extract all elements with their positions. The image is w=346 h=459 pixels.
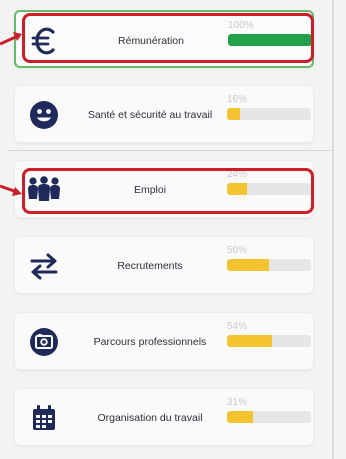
calendar-icon (27, 401, 61, 435)
topic-label: Parcours professionnels (93, 336, 207, 348)
progress-bar (227, 108, 311, 120)
annotation-arrow-icon (0, 184, 22, 196)
percent-text: 50% (227, 245, 248, 256)
progress-fill (227, 335, 273, 347)
progress-fill (227, 108, 241, 120)
topics-panel: Rémunération 100% Santé et sécurité au t… (0, 0, 346, 459)
progress-fill (227, 259, 269, 271)
topic-card-recrutements[interactable]: Recrutements 50% (14, 236, 314, 294)
arrows-exchange-icon (27, 249, 61, 283)
topic-card-organisation[interactable]: Organisation du travail 31% (14, 388, 314, 446)
percent-text: 54% (227, 321, 248, 332)
topic-label: Organisation du travail (97, 412, 203, 424)
divider (8, 150, 334, 151)
annotation-arrow-icon (0, 32, 22, 46)
progress-bar (227, 259, 311, 271)
highlight-box-emploi (22, 168, 314, 214)
percent-text: 31% (227, 397, 248, 408)
scrollbar[interactable] (332, 0, 334, 459)
topic-card-parcours[interactable]: Parcours professionnels 54% (14, 312, 314, 370)
progress-bar (227, 411, 311, 423)
percent-text: 16% (227, 94, 248, 105)
topic-label: Santé et sécurité au travail (87, 109, 213, 121)
smiley-icon (27, 98, 61, 132)
highlight-box-remuneration (22, 13, 314, 63)
topic-label: Recrutements (117, 260, 183, 272)
photo-id-icon (27, 325, 61, 359)
topic-card-sante-securite[interactable]: Santé et sécurité au travail 16% (14, 85, 314, 143)
progress-fill (227, 411, 254, 423)
progress-bar (227, 335, 311, 347)
